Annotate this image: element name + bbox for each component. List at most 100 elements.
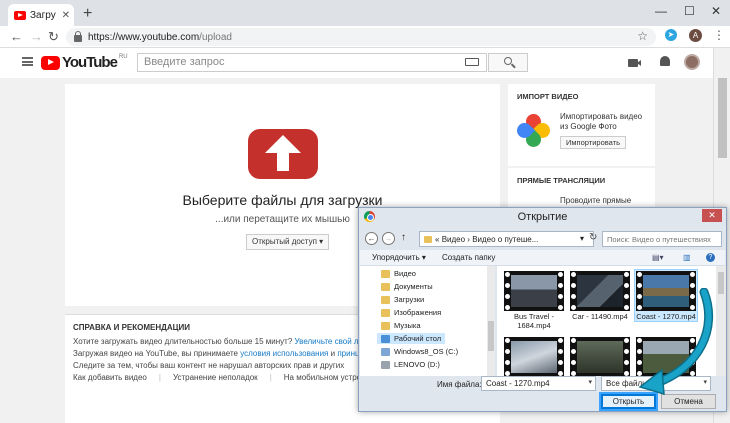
video-thumbnail xyxy=(636,337,696,376)
nav-item-downloads[interactable]: Загрузки xyxy=(381,295,424,304)
notifications-bell-icon[interactable] xyxy=(660,56,670,66)
bookmark-star-icon[interactable]: ☆ xyxy=(637,29,648,43)
menu-icon[interactable] xyxy=(22,57,33,66)
maximize-icon[interactable]: ☐ xyxy=(684,4,695,18)
downloads-folder-icon xyxy=(381,295,390,304)
file-name: Coast - 1270.mp4 xyxy=(636,312,696,321)
documents-folder-icon xyxy=(381,282,390,291)
telegram-extension-icon[interactable]: ➤ xyxy=(665,29,677,41)
youtube-favicon-icon xyxy=(14,10,26,20)
dialog-search-input[interactable]: Поиск: Видео о путешествиях xyxy=(602,231,722,247)
browser-toolbar: ← → ↻ https://www.youtube.com/upload ☆ ➤… xyxy=(0,26,730,48)
video-folder-icon xyxy=(381,269,390,278)
file-item-car[interactable]: Car - 11490.mp4 xyxy=(569,270,631,321)
google-photos-icon xyxy=(513,110,554,151)
youtube-play-icon xyxy=(41,55,60,70)
dialog-up-icon[interactable]: ↑ xyxy=(401,232,406,243)
nav-item-pictures[interactable]: Изображения xyxy=(381,308,441,317)
url-text: https://www.youtube.com/upload xyxy=(88,32,232,43)
dialog-forward-icon[interactable]: → xyxy=(382,232,395,245)
path-segment-travel[interactable]: Видео о путеше... xyxy=(472,235,538,244)
file-item-row2-2[interactable] xyxy=(569,336,631,376)
keyboard-icon[interactable] xyxy=(465,58,479,66)
nav-item-video[interactable]: Видео xyxy=(381,269,416,278)
file-item-row2-3[interactable] xyxy=(635,336,697,376)
drive-c-icon xyxy=(381,347,390,356)
preview-pane-icon[interactable]: ▥ xyxy=(683,253,691,262)
lock-icon xyxy=(74,30,82,42)
create-video-icon[interactable] xyxy=(628,59,641,67)
nav-item-desktop[interactable]: Рабочий стол xyxy=(377,333,446,344)
search-button[interactable] xyxy=(488,53,528,72)
help-links: Как добавить видео | Устранение неполадо… xyxy=(73,373,382,382)
dialog-nav-pane: Видео Документы Загрузки Изображения Муз… xyxy=(360,266,495,376)
dialog-nav-bar: ← → ↑ « Видео › Видео о путеше... ▾ ↻ По… xyxy=(365,230,722,248)
file-item-coast[interactable]: Coast - 1270.mp4 xyxy=(634,269,698,322)
url-domain: https://www.youtube.com xyxy=(88,31,200,43)
video-thumbnail xyxy=(504,271,564,311)
logo-text: YouTube xyxy=(62,54,118,71)
path-segment-video[interactable]: Видео xyxy=(442,235,465,244)
upload-title: Выберите файлы для загрузки xyxy=(182,192,383,208)
help-link-add-video[interactable]: Как добавить видео xyxy=(73,373,147,382)
organize-menu[interactable]: Упорядочить ▾ xyxy=(372,253,426,262)
dialog-files-pane: Bus Travel - 1684.mp4 Car - 11490.mp4 Co… xyxy=(497,266,726,376)
nav-item-drive-d[interactable]: LENOVO (D:) xyxy=(381,360,440,369)
file-item-bus-travel[interactable]: Bus Travel - 1684.mp4 xyxy=(503,270,565,330)
browser-tab[interactable]: Загру ✕ xyxy=(8,4,74,26)
youtube-header: YouTube RU Введите запрос xyxy=(0,48,713,78)
logo-region: RU xyxy=(118,53,128,60)
filename-dropdown-icon[interactable]: ▾ xyxy=(588,378,592,386)
dialog-back-icon[interactable]: ← xyxy=(365,232,378,245)
nav-item-music[interactable]: Музыка xyxy=(381,321,421,330)
back-icon[interactable]: ← xyxy=(10,29,23,44)
browser-menu-icon[interactable]: ⋮ xyxy=(713,28,725,42)
new-folder-button[interactable]: Создать папку xyxy=(442,253,495,262)
video-thumbnail xyxy=(504,337,564,376)
forward-icon[interactable]: → xyxy=(30,29,43,44)
folder-icon xyxy=(424,236,432,243)
nav-item-documents[interactable]: Документы xyxy=(381,282,433,291)
terms-link[interactable]: условия использования xyxy=(240,349,328,358)
cancel-button[interactable]: Отмена xyxy=(661,394,716,409)
new-tab-icon[interactable]: + xyxy=(83,5,92,23)
files-pane-scrollbar[interactable] xyxy=(716,266,726,376)
filename-label: Имя файла: xyxy=(437,380,482,389)
help-link-troubleshoot[interactable]: Устранение неполадок xyxy=(173,373,258,382)
minimize-icon[interactable]: — xyxy=(655,4,667,18)
import-button[interactable]: Импортировать xyxy=(560,136,627,149)
view-options-icon[interactable]: ▤▾ xyxy=(652,253,664,262)
filename-input[interactable]: Coast - 1270.mp4 ▾ xyxy=(481,376,596,391)
help-icon[interactable]: ? xyxy=(706,253,715,262)
open-button[interactable]: Открыть xyxy=(601,394,656,409)
close-window-icon[interactable]: ✕ xyxy=(711,4,721,18)
video-thumbnail xyxy=(636,271,696,311)
help-line-1: Хотите загружать видео длительностью бол… xyxy=(73,337,377,346)
privacy-label: Открытый доступ xyxy=(252,237,317,246)
address-bar[interactable]: https://www.youtube.com/upload ☆ xyxy=(66,28,656,46)
search-input[interactable]: Введите запрос xyxy=(137,53,487,72)
refresh-icon[interactable]: ↻ xyxy=(589,232,597,243)
user-avatar[interactable] xyxy=(684,54,700,70)
drive-d-icon xyxy=(381,360,390,369)
tab-title: Загру xyxy=(30,9,56,21)
dialog-titlebar[interactable]: Открытие ✕ xyxy=(359,208,726,226)
dialog-path-bar[interactable]: « Видео › Видео о путеше... xyxy=(419,231,594,247)
upload-arrow-icon[interactable] xyxy=(248,129,318,179)
reload-icon[interactable]: ↻ xyxy=(48,29,59,45)
tab-close-icon[interactable]: ✕ xyxy=(62,10,70,21)
file-item-row2-1[interactable] xyxy=(503,336,565,376)
dialog-command-bar: Упорядочить ▾ Создать папку ▤▾ ▥ ? xyxy=(360,250,725,266)
filetype-dropdown-icon[interactable]: ▾ xyxy=(703,378,707,386)
nav-item-drive-c[interactable]: Windows8_OS (C:) xyxy=(381,347,458,356)
youtube-logo[interactable]: YouTube RU xyxy=(41,54,128,71)
privacy-dropdown[interactable]: Открытый доступ ▾ xyxy=(246,234,330,250)
path-dropdown-icon[interactable]: ▾ xyxy=(580,234,584,243)
video-thumbnail xyxy=(570,337,630,376)
dialog-close-button[interactable]: ✕ xyxy=(702,209,722,222)
profile-avatar[interactable]: A xyxy=(689,29,702,42)
import-title: ИМПОРТ ВИДЕО xyxy=(517,92,579,101)
nav-pane-scrollbar[interactable] xyxy=(487,266,495,376)
filetype-select[interactable]: Все файлы ▾ xyxy=(601,376,711,391)
file-open-dialog: Открытие ✕ ← → ↑ « Видео › Видео о путеш… xyxy=(358,207,727,412)
